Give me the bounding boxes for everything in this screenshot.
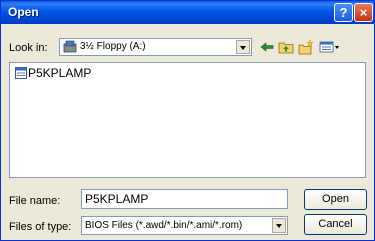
look-in-value: 3½ Floppy (A:) xyxy=(80,41,146,52)
dialog-title: Open xyxy=(8,5,39,19)
chevron-down-icon[interactable] xyxy=(236,40,250,54)
back-arrow-icon[interactable] xyxy=(259,39,275,55)
file-name-input[interactable]: P5KPLAMP xyxy=(81,189,288,209)
file-type-label: Files of type: xyxy=(9,221,72,233)
open-button[interactable]: Open xyxy=(304,189,367,210)
file-name-label: File name: xyxy=(9,195,61,207)
look-in-label: Look in: xyxy=(9,42,48,54)
file-type-dropdown[interactable]: BIOS Files (*.awd/*.bin/*.ami/*.rom) xyxy=(81,216,288,235)
file-type-value: BIOS Files (*.awd/*.bin/*.ami/*.rom) xyxy=(85,220,243,231)
chevron-down-icon[interactable] xyxy=(272,218,286,233)
up-folder-icon[interactable] xyxy=(278,39,294,55)
title-bar[interactable]: Open ? × xyxy=(1,1,374,24)
views-menu-icon[interactable] xyxy=(319,39,341,55)
file-icon xyxy=(15,67,27,79)
cancel-button[interactable]: Cancel xyxy=(304,214,367,235)
open-dialog: Open ? × Look in: 3½ Floppy (A:) P5KPLAM… xyxy=(0,0,375,241)
help-button[interactable]: ? xyxy=(334,3,353,22)
close-button[interactable]: × xyxy=(354,3,373,22)
file-name-label: P5KPLAMP xyxy=(28,66,92,80)
file-list[interactable]: P5KPLAMP xyxy=(9,62,366,178)
floppy-drive-icon xyxy=(63,40,77,53)
look-in-dropdown[interactable]: 3½ Floppy (A:) xyxy=(59,38,252,56)
new-folder-icon[interactable] xyxy=(298,39,314,55)
